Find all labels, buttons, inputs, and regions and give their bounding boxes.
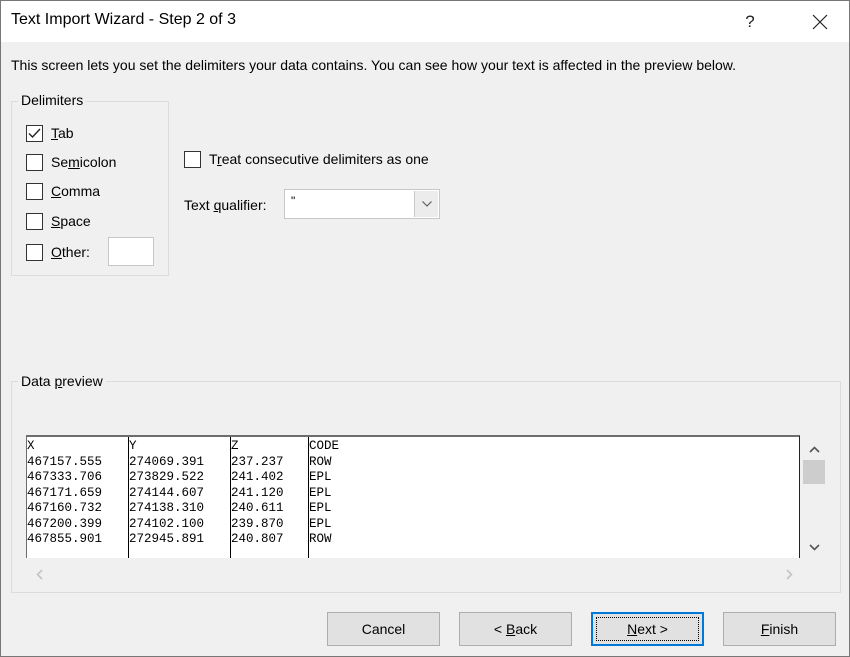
vertical-scrollbar-thumb[interactable]	[803, 460, 825, 484]
next-button[interactable]: Next >	[591, 612, 704, 646]
close-button[interactable]	[791, 1, 849, 42]
semicolon-label: Semicolon	[51, 154, 117, 170]
preview-cell: 274144.607	[129, 485, 205, 500]
preview-cell: EPL	[309, 470, 332, 484]
treat-consecutive-checkbox[interactable]: Treat consecutive delimiters as one	[184, 149, 429, 169]
other-label: Other:	[51, 244, 90, 260]
preview-cell: ROW	[309, 454, 332, 469]
instructions-text: This screen lets you set the delimiters …	[11, 57, 737, 73]
preview-row: 467200.399 274102.100 239.870 EPL	[27, 517, 797, 533]
preview-cell: 467160.732	[27, 501, 103, 515]
mnemonic: T	[51, 125, 58, 141]
preview-cell: EPL	[309, 501, 332, 515]
other-checkbox[interactable]: Other:	[26, 242, 90, 262]
title-bar: Text Import Wizard - Step 2 of 3 ?	[1, 1, 849, 42]
mnemonic: C	[51, 183, 62, 199]
preview-cell: 467171.659	[27, 485, 103, 500]
focus-rect	[596, 617, 699, 641]
comma-checkbox[interactable]: Comma	[26, 181, 100, 201]
scroll-right-button[interactable]	[781, 566, 797, 582]
mnemonic: r	[217, 151, 222, 167]
checkbox-box[interactable]	[26, 124, 43, 142]
scroll-up-button[interactable]	[804, 441, 824, 457]
preview-row: 467157.555 274069.391 237.237 ROW	[27, 455, 797, 471]
tab-checkbox[interactable]: Tab	[26, 123, 74, 143]
preview-cell: Y	[129, 439, 137, 453]
preview-cell: 467855.901	[27, 532, 103, 546]
chevron-right-icon	[785, 568, 793, 580]
preview-cell: 240.807	[231, 532, 284, 546]
checkbox-box[interactable]	[26, 212, 43, 230]
mnemonic: S	[51, 213, 61, 229]
preview-row: 467160.732 274138.310 240.611 EPL	[27, 501, 797, 517]
checkbox-box[interactable]	[26, 243, 43, 261]
mnemonic: F	[760, 621, 770, 637]
help-button[interactable]: ?	[731, 1, 769, 42]
chevron-up-icon	[808, 445, 820, 453]
other-delimiter-input[interactable]	[108, 237, 154, 266]
mnemonic: O	[51, 244, 62, 260]
close-icon	[812, 14, 828, 29]
chevron-down-icon	[808, 543, 820, 551]
delimiters-group-label: Delimiters	[18, 92, 87, 108]
preview-cell: Z	[231, 439, 239, 453]
comma-label: Comma	[51, 183, 101, 199]
preview-cell: EPL	[309, 516, 332, 531]
back-button[interactable]: < Back	[459, 612, 572, 646]
cancel-button[interactable]: Cancel	[327, 612, 440, 646]
preview-cell: CODE	[309, 439, 340, 453]
preview-header-row: X Y Z CODE	[27, 439, 797, 455]
mnemonic: B	[505, 621, 516, 637]
scroll-left-button[interactable]	[31, 566, 47, 582]
preview-cell: 273829.522	[129, 470, 205, 484]
dropdown-button[interactable]	[414, 191, 438, 217]
semicolon-checkbox[interactable]: Semicolon	[26, 152, 116, 172]
preview-row: 467855.901 272945.891 240.807 ROW	[27, 532, 797, 548]
checkbox-box[interactable]	[26, 153, 43, 171]
space-label: Space	[51, 213, 91, 229]
mnemonic: m	[68, 154, 80, 170]
preview-row: 467333.706 273829.522 241.402 EPL	[27, 470, 797, 486]
scroll-down-button[interactable]	[804, 539, 824, 555]
preview-cell: 272945.891	[129, 532, 205, 546]
preview-cell: 274069.391	[129, 454, 205, 469]
text-import-wizard-dialog: Text Import Wizard - Step 2 of 3 ? This …	[0, 0, 850, 657]
preview-cell: 241.120	[231, 485, 284, 500]
preview-cell: 467157.555	[27, 454, 103, 469]
mnemonic: q	[213, 197, 222, 213]
preview-cell: 241.402	[231, 470, 284, 484]
preview-row: 467171.659 274144.607 241.120 EPL	[27, 486, 797, 502]
chevron-left-icon	[35, 568, 43, 580]
preview-cell: ROW	[309, 532, 332, 546]
finish-label: Finish	[760, 621, 799, 637]
data-preview-label: Data preview	[18, 373, 106, 389]
finish-button[interactable]: Finish	[723, 612, 836, 646]
dialog-title: Text Import Wizard - Step 2 of 3	[11, 11, 236, 28]
mnemonic: p	[54, 373, 63, 389]
preview-cell: 467333.706	[27, 470, 103, 484]
back-label: < Back	[493, 621, 538, 637]
preview-cell: 240.611	[231, 501, 284, 515]
space-checkbox[interactable]: Space	[26, 211, 91, 231]
preview-cell: EPL	[309, 485, 332, 500]
checkbox-box[interactable]	[26, 182, 43, 200]
preview-cell: 274138.310	[129, 501, 205, 515]
text-qualifier-value: "	[291, 194, 296, 208]
checkbox-box[interactable]	[184, 150, 201, 168]
checkmark-icon	[28, 128, 41, 138]
treat-consecutive-label: Treat consecutive delimiters as one	[209, 151, 429, 167]
preview-cell: 467200.399	[27, 516, 103, 531]
tab-label: Tab	[51, 125, 74, 141]
preview-cell: 237.237	[231, 454, 284, 469]
text-qualifier-select[interactable]: "	[284, 189, 440, 219]
preview-cell: 239.870	[231, 516, 284, 531]
data-preview-grid[interactable]: X Y Z CODE 467157.555 274069.391 237.237 ROW 467…	[26, 435, 800, 558]
text-qualifier-label: Text qualifier:	[184, 197, 267, 213]
preview-cell: X	[27, 439, 35, 453]
chevron-down-icon	[421, 201, 432, 207]
preview-cell: 274102.100	[129, 516, 205, 531]
